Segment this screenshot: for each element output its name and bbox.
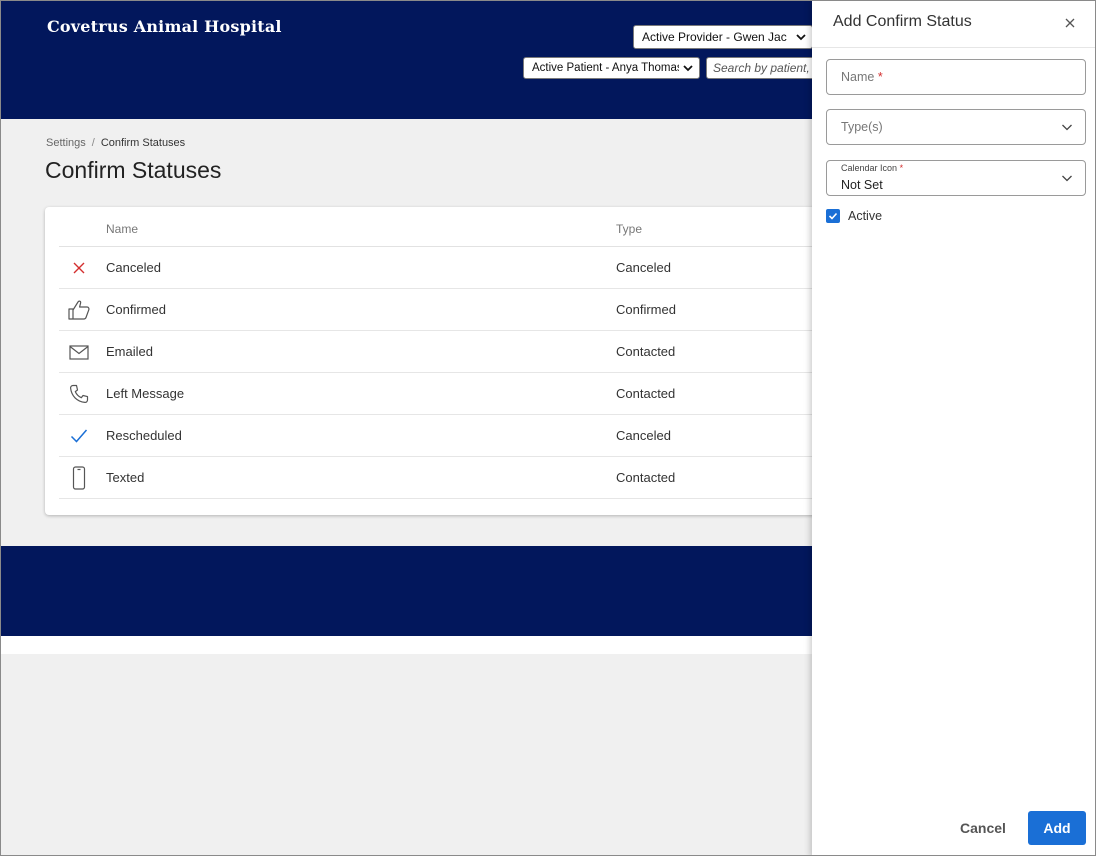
confirm-statuses-table: Name Type Canceled Canceled Confirmed Co… [45, 207, 845, 515]
mobile-phone-icon [67, 466, 91, 490]
calendar-icon-value: Not Set [841, 178, 883, 192]
add-button[interactable]: Add [1028, 811, 1086, 845]
table-row[interactable]: Texted Contacted [59, 457, 845, 499]
cancel-button[interactable]: Cancel [950, 811, 1016, 845]
types-select[interactable]: Type(s) [826, 109, 1086, 145]
chevron-down-icon [1062, 124, 1072, 131]
chevron-down-icon [1062, 175, 1072, 182]
table-row[interactable]: Canceled Canceled [59, 247, 845, 289]
column-header-name[interactable]: Name [106, 222, 138, 236]
calendar-icon-label: Calendar Icon * [841, 163, 904, 173]
active-checkbox[interactable] [826, 209, 840, 223]
breadcrumb-current: Confirm Statuses [100, 137, 186, 149]
row-name: Rescheduled [106, 428, 182, 443]
breadcrumb: Settings / Confirm Statuses [46, 137, 185, 149]
required-marker: * [899, 163, 904, 173]
active-patient-value: Active Patient - Anya Thomas [532, 62, 679, 74]
row-type: Confirmed [616, 302, 676, 317]
active-provider-select[interactable]: Active Provider - Gwen Jac [633, 25, 813, 49]
row-name: Canceled [106, 260, 161, 275]
app-window: Covetrus Animal Hospital Active Provider… [0, 0, 1096, 856]
calendar-icon-select[interactable]: Calendar Icon * Not Set [826, 160, 1086, 196]
checkmark-icon [828, 212, 838, 220]
envelope-icon [67, 340, 91, 364]
row-name: Left Message [106, 386, 185, 401]
row-type: Canceled [616, 428, 671, 443]
active-checkbox-label[interactable]: Active [848, 209, 882, 223]
x-icon [67, 256, 91, 280]
add-confirm-status-panel: Add Confirm Status Name * Type(s) Calend… [812, 1, 1095, 855]
chevron-down-icon [683, 65, 693, 72]
table-row[interactable]: Emailed Contacted [59, 331, 845, 373]
active-patient-select[interactable]: Active Patient - Anya Thomas [523, 57, 700, 79]
table-row[interactable]: Left Message Contacted [59, 373, 845, 415]
column-header-type[interactable]: Type [616, 222, 642, 236]
active-provider-value: Active Provider - Gwen Jac [642, 30, 787, 44]
row-name: Emailed [106, 344, 153, 359]
table-header: Name Type [59, 207, 845, 247]
required-marker: * [877, 70, 883, 84]
breadcrumb-separator: / [91, 137, 95, 149]
row-type: Contacted [616, 386, 676, 401]
patient-search-input[interactable]: Search by patient, [706, 57, 826, 79]
hospital-name: Covetrus Animal Hospital [47, 17, 282, 36]
thumbs-up-icon [67, 298, 91, 322]
table-row[interactable]: Confirmed Confirmed [59, 289, 845, 331]
row-name: Texted [106, 470, 145, 485]
close-icon[interactable] [1062, 15, 1078, 31]
checkmark-icon [67, 424, 91, 448]
row-type: Contacted [616, 470, 676, 485]
name-field[interactable]: Name * [826, 59, 1086, 95]
types-select-placeholder: Type(s) [841, 120, 883, 134]
breadcrumb-settings-link[interactable]: Settings [46, 137, 86, 149]
chevron-down-icon [796, 34, 806, 41]
page-title: Confirm Statuses [45, 157, 222, 183]
table-row[interactable]: Rescheduled Canceled [59, 415, 845, 457]
row-type: Contacted [616, 344, 676, 359]
panel-divider [812, 47, 1095, 48]
phone-icon [67, 382, 91, 406]
row-name: Confirmed [106, 302, 166, 317]
row-type: Canceled [616, 260, 671, 275]
panel-title: Add Confirm Status [833, 13, 972, 30]
name-field-placeholder: Name * [841, 70, 883, 84]
